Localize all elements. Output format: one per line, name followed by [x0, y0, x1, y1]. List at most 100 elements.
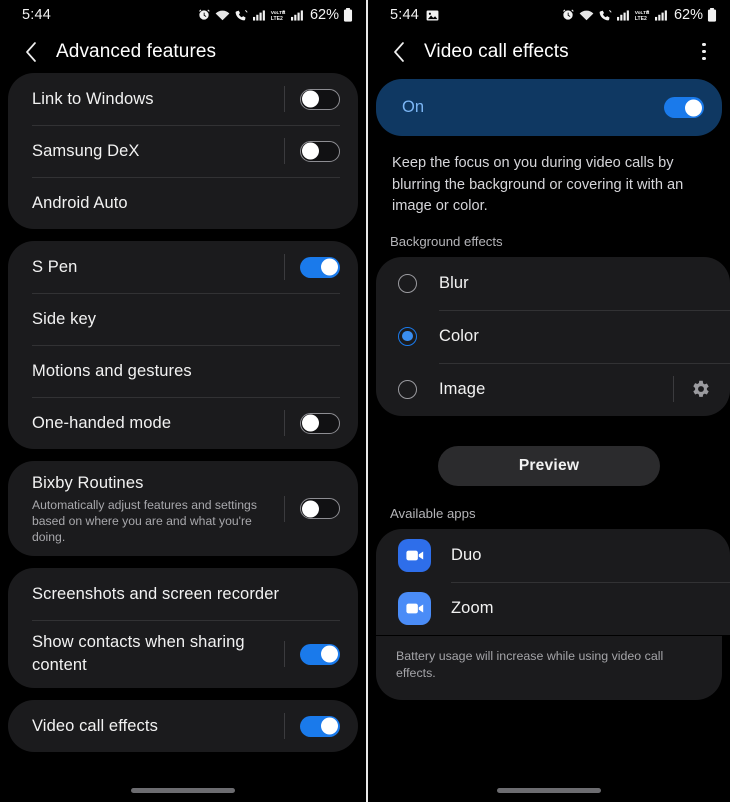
- wifi-icon: [215, 10, 230, 20]
- row-label: Screenshots and screen recorder: [32, 584, 280, 603]
- toggle-master-video-call-effects[interactable]: [664, 97, 704, 118]
- svg-text:R: R: [646, 9, 649, 14]
- battery-icon: [707, 8, 717, 22]
- switch-divider: [284, 495, 285, 522]
- setting-row-bixby-routines[interactable]: Bixby Routines Automatically adjust feat…: [8, 461, 358, 556]
- option-label: Color: [439, 326, 479, 345]
- status-bar: 5:44 VoLTE R LTE2 62%: [0, 0, 366, 30]
- switch-divider: [284, 86, 285, 112]
- left-panel-advanced-features: 5:44 VoLTE R LTE2 62% Advanced features …: [0, 0, 366, 802]
- master-switch-label: On: [402, 98, 425, 116]
- switch-divider: [284, 713, 285, 739]
- volte-lte2-icon: VoLTE R LTE2: [271, 9, 286, 22]
- preview-button-container: Preview: [368, 428, 730, 490]
- master-switch-banner[interactable]: On: [376, 79, 722, 136]
- alarm-icon: [563, 9, 574, 20]
- home-indicator[interactable]: [131, 788, 235, 793]
- app-bar: Video call effects: [368, 30, 730, 73]
- signal-bars-2-icon: [654, 9, 667, 21]
- toggle-link-to-windows[interactable]: [300, 88, 340, 110]
- switch-divider: [284, 641, 285, 667]
- page-title: Advanced features: [56, 40, 217, 62]
- svg-text:R: R: [282, 9, 285, 14]
- option-row-blur[interactable]: Blur: [376, 257, 730, 310]
- app-bar: Advanced features: [0, 30, 366, 73]
- settings-group-bixby: Bixby Routines Automatically adjust feat…: [8, 461, 358, 556]
- dual-screenshot: 5:44 VoLTE R LTE2 62% Advanced features …: [0, 0, 730, 802]
- signal-bars-icon: [252, 9, 265, 21]
- toggle-s-pen[interactable]: [300, 256, 340, 278]
- setting-row-video-call-effects[interactable]: Video call effects: [8, 700, 358, 752]
- setting-row-link-to-windows[interactable]: Link to Windows: [8, 73, 358, 125]
- option-label: Image: [439, 379, 486, 398]
- setting-row-side-key[interactable]: Side key: [8, 293, 358, 345]
- option-label: Blur: [439, 273, 469, 292]
- row-label: One-handed mode: [32, 413, 172, 432]
- settings-group-sharing: Screenshots and screen recorder Show con…: [8, 568, 358, 688]
- battery-icon: [343, 8, 353, 22]
- row-label: Samsung DeX: [32, 141, 140, 160]
- image-icon: [426, 9, 439, 21]
- row-label: Show contacts when sharing content: [32, 633, 245, 674]
- back-chevron-icon[interactable]: [386, 39, 412, 65]
- option-row-color[interactable]: Color: [376, 309, 730, 363]
- switch-divider: [284, 410, 285, 436]
- feature-description: Keep the focus on you during video calls…: [392, 155, 684, 214]
- preview-button[interactable]: Preview: [438, 445, 660, 486]
- setting-row-screenshots-and-screen-recorder[interactable]: Screenshots and screen recorder: [8, 568, 358, 620]
- switch-divider: [284, 254, 285, 280]
- settings-group-video-call-effects: Video call effects: [8, 700, 358, 752]
- signal-bars-2-icon: [290, 9, 303, 21]
- switch-divider: [284, 138, 285, 164]
- setting-row-show-contacts-when-sharing-content[interactable]: Show contacts when sharing content: [8, 620, 358, 688]
- background-effects-options: Blur Color Image: [376, 256, 730, 416]
- row-label: Link to Windows: [32, 89, 154, 108]
- row-sublabel: Automatically adjust features and settin…: [32, 498, 257, 544]
- status-bar: 5:44 VoLTE R LTE2 62%: [368, 0, 730, 30]
- setting-row-s-pen[interactable]: S Pen: [8, 241, 358, 293]
- svg-text:LTE2: LTE2: [271, 16, 283, 22]
- row-label: Side key: [32, 309, 97, 328]
- row-label: Android Auto: [32, 193, 128, 212]
- alarm-icon: [199, 9, 210, 20]
- gear-divider: [673, 376, 674, 402]
- available-apps-list: Duo Zoom: [376, 528, 730, 635]
- setting-row-android-auto[interactable]: Android Auto: [8, 177, 358, 229]
- svg-text:LTE2: LTE2: [635, 16, 647, 22]
- app-row-duo[interactable]: Duo: [376, 529, 730, 582]
- toggle-bixby-routines[interactable]: [300, 498, 340, 519]
- option-row-image[interactable]: Image: [376, 362, 730, 416]
- toggle-show-contacts[interactable]: [300, 643, 340, 665]
- row-label: Bixby Routines: [32, 474, 144, 492]
- row-label: Motions and gestures: [32, 361, 192, 380]
- video-camera-icon: [398, 538, 431, 572]
- right-panel-video-call-effects: 5:44 VoLTE R LTE2 62% Video call effects…: [368, 0, 730, 802]
- signal-bars-icon: [616, 9, 629, 21]
- back-chevron-icon[interactable]: [18, 39, 44, 65]
- radio-blur[interactable]: [398, 273, 417, 293]
- setting-row-one-handed-mode[interactable]: One-handed mode: [8, 397, 358, 449]
- gear-icon[interactable]: [690, 378, 712, 400]
- toggle-video-call-effects[interactable]: [300, 715, 340, 737]
- toggle-samsung-dex[interactable]: [300, 140, 340, 162]
- radio-image[interactable]: [398, 379, 417, 399]
- section-label-background-effects: Background effects: [390, 233, 503, 249]
- row-label: S Pen: [32, 257, 78, 276]
- section-label-available-apps: Available apps: [390, 505, 476, 521]
- row-label: Video call effects: [32, 716, 158, 735]
- app-row-zoom[interactable]: Zoom: [376, 581, 730, 635]
- app-name: Zoom: [451, 598, 494, 617]
- battery-percent: 62%: [309, 7, 339, 23]
- call-wifi-icon: [599, 9, 612, 20]
- volte-lte2-icon: VoLTE R LTE2: [635, 9, 650, 22]
- status-time: 5:44: [390, 7, 420, 23]
- status-time: 5:44: [22, 7, 52, 23]
- toggle-one-handed-mode[interactable]: [300, 412, 340, 434]
- app-name: Duo: [451, 545, 482, 564]
- radio-color[interactable]: [398, 326, 417, 346]
- setting-row-motions-and-gestures[interactable]: Motions and gestures: [8, 345, 358, 397]
- kebab-menu-icon[interactable]: [691, 37, 717, 67]
- home-indicator[interactable]: [497, 788, 601, 793]
- battery-footnote: Battery usage will increase while using …: [376, 635, 722, 700]
- setting-row-samsung-dex[interactable]: Samsung DeX: [8, 125, 358, 177]
